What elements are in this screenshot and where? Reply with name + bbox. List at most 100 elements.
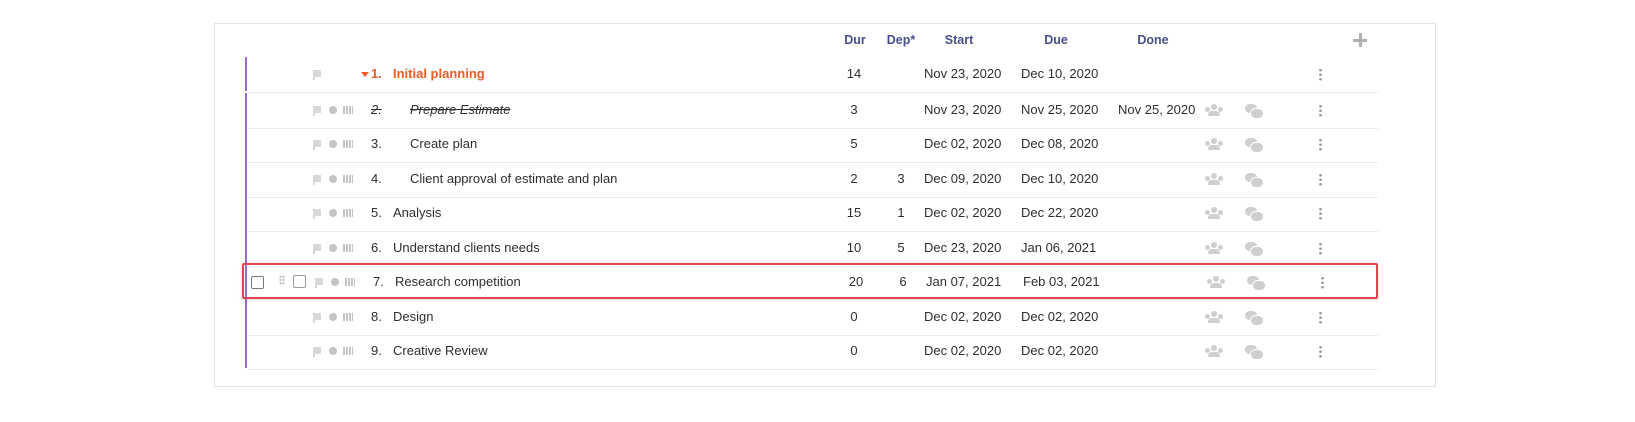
board-icon[interactable] [343, 209, 353, 217]
due-date-cell[interactable]: Dec 10, 2020 [1021, 162, 1098, 196]
duration-cell[interactable]: 3 [837, 93, 871, 127]
task-name[interactable]: Create plan [410, 127, 477, 161]
kebab-icon[interactable] [1319, 311, 1322, 324]
team-icon[interactable] [1205, 138, 1223, 150]
flag-icon[interactable] [313, 140, 321, 150]
board-icon[interactable] [343, 140, 353, 148]
dependency-cell[interactable] [879, 334, 923, 368]
duration-cell[interactable]: 15 [837, 196, 871, 230]
task-row[interactable]: 6. Understand clients needs 10 5 Dec 23, 202… [247, 231, 1378, 267]
due-date-cell[interactable]: Dec 22, 2020 [1021, 196, 1098, 230]
task-name[interactable]: Design [393, 300, 433, 334]
dependency-cell[interactable]: 5 [879, 231, 923, 265]
duration-cell[interactable]: 14 [837, 57, 871, 91]
plus-icon[interactable] [1352, 32, 1368, 48]
start-date-cell[interactable]: Dec 23, 2020 [924, 231, 1001, 265]
task-row[interactable]: 5. Analysis 15 1 Dec 02, 2020 Dec 22, 2020 [247, 196, 1378, 232]
kebab-icon[interactable] [1319, 207, 1322, 220]
col-header-dur[interactable]: Dur [838, 33, 872, 47]
duration-cell[interactable]: 0 [837, 300, 871, 334]
board-icon[interactable] [343, 347, 353, 355]
duration-cell[interactable]: 0 [837, 334, 871, 368]
start-date-cell[interactable]: Dec 09, 2020 [924, 162, 1001, 196]
team-icon[interactable] [1205, 173, 1223, 185]
comments-icon[interactable] [1245, 242, 1264, 257]
kebab-icon[interactable] [1319, 104, 1322, 117]
due-date-cell[interactable]: Nov 25, 2020 [1021, 93, 1098, 127]
team-icon[interactable] [1205, 104, 1223, 116]
circle-icon[interactable] [329, 244, 337, 252]
dependency-cell[interactable]: 3 [879, 162, 923, 196]
board-icon[interactable] [343, 244, 353, 252]
start-date-cell[interactable]: Jan 07, 2021 [926, 265, 1001, 299]
select-checkbox[interactable] [251, 276, 264, 289]
start-date-cell[interactable]: Nov 23, 2020 [924, 57, 1001, 91]
circle-icon[interactable] [329, 209, 337, 217]
dependency-cell[interactable] [879, 300, 923, 334]
task-row[interactable]: 2. Prepare Estimate 3 Nov 23, 2020 Nov 25, 2… [247, 93, 1378, 129]
flag-icon[interactable] [313, 244, 321, 254]
col-header-done[interactable]: Done [1128, 33, 1178, 47]
start-date-cell[interactable]: Dec 02, 2020 [924, 300, 1001, 334]
task-row[interactable]: 9. Creative Review 0 Dec 02, 2020 Dec 02, 20… [247, 334, 1378, 370]
kebab-icon[interactable] [1319, 242, 1322, 255]
flag-icon[interactable] [315, 278, 323, 288]
duration-cell[interactable]: 5 [837, 127, 871, 161]
comments-icon[interactable] [1245, 173, 1264, 188]
task-name[interactable]: Understand clients needs [393, 231, 540, 265]
due-date-cell[interactable]: Feb 03, 2021 [1023, 265, 1100, 299]
circle-icon[interactable] [329, 175, 337, 183]
comments-icon[interactable] [1245, 311, 1264, 326]
team-icon[interactable] [1207, 276, 1225, 288]
team-icon[interactable] [1205, 207, 1223, 219]
circle-icon[interactable] [329, 347, 337, 355]
kebab-icon[interactable] [1319, 68, 1322, 81]
circle-icon[interactable] [329, 106, 337, 114]
flag-icon[interactable] [313, 209, 321, 219]
board-icon[interactable] [343, 106, 353, 114]
comments-icon[interactable] [1245, 207, 1264, 222]
comments-icon[interactable] [1245, 345, 1264, 360]
flag-icon[interactable] [313, 70, 321, 80]
kebab-icon[interactable] [1319, 173, 1322, 186]
task-row[interactable]: 3. Create plan 5 Dec 02, 2020 Dec 08, 2020 [247, 127, 1378, 163]
board-icon[interactable] [343, 313, 353, 321]
drag-handle-icon[interactable] [279, 275, 285, 285]
flag-icon[interactable] [313, 313, 321, 323]
flag-icon[interactable] [313, 106, 321, 116]
kebab-icon[interactable] [1319, 345, 1322, 358]
task-name[interactable]: Research competition [395, 265, 521, 299]
due-date-cell[interactable]: Jan 06, 2021 [1021, 231, 1096, 265]
board-icon[interactable] [343, 175, 353, 183]
flag-icon[interactable] [313, 347, 321, 357]
comments-icon[interactable] [1245, 104, 1264, 119]
task-name[interactable]: Analysis [393, 196, 441, 230]
flag-icon[interactable] [313, 175, 321, 185]
dependency-cell[interactable]: 1 [879, 196, 923, 230]
edit-icon[interactable] [293, 275, 306, 288]
comments-icon[interactable] [1245, 138, 1264, 153]
task-row[interactable]: 4. Client approval of estimate and plan 2 3… [247, 162, 1378, 198]
dependency-cell[interactable] [879, 93, 923, 127]
col-header-dep[interactable]: Dep* [879, 33, 923, 47]
circle-icon[interactable] [329, 313, 337, 321]
task-name[interactable]: Initial planning [393, 57, 485, 91]
col-header-start[interactable]: Start [933, 33, 985, 47]
start-date-cell[interactable]: Nov 23, 2020 [924, 93, 1001, 127]
kebab-icon[interactable] [1319, 138, 1322, 151]
task-name[interactable]: Creative Review [393, 334, 488, 368]
circle-icon[interactable] [329, 140, 337, 148]
task-name[interactable]: Client approval of estimate and plan [410, 162, 617, 196]
task-row[interactable]: 8. Design 0 Dec 02, 2020 Dec 02, 2020 [247, 300, 1378, 336]
kebab-icon[interactable] [1321, 276, 1324, 289]
col-header-due[interactable]: Due [1033, 33, 1079, 47]
start-date-cell[interactable]: Dec 02, 2020 [924, 127, 1001, 161]
start-date-cell[interactable]: Dec 02, 2020 [924, 334, 1001, 368]
team-icon[interactable] [1205, 345, 1223, 357]
task-row[interactable]: 7. Research competition 20 6 Jan 07, 2021 Feb… [242, 263, 1378, 299]
team-icon[interactable] [1205, 311, 1223, 323]
team-icon[interactable] [1205, 242, 1223, 254]
summary-task-row[interactable]: 1. Initial planning 14 Nov 23, 2020 Dec 10, … [247, 57, 1378, 93]
caret-down-icon[interactable] [361, 72, 369, 77]
dependency-cell[interactable] [879, 127, 923, 161]
